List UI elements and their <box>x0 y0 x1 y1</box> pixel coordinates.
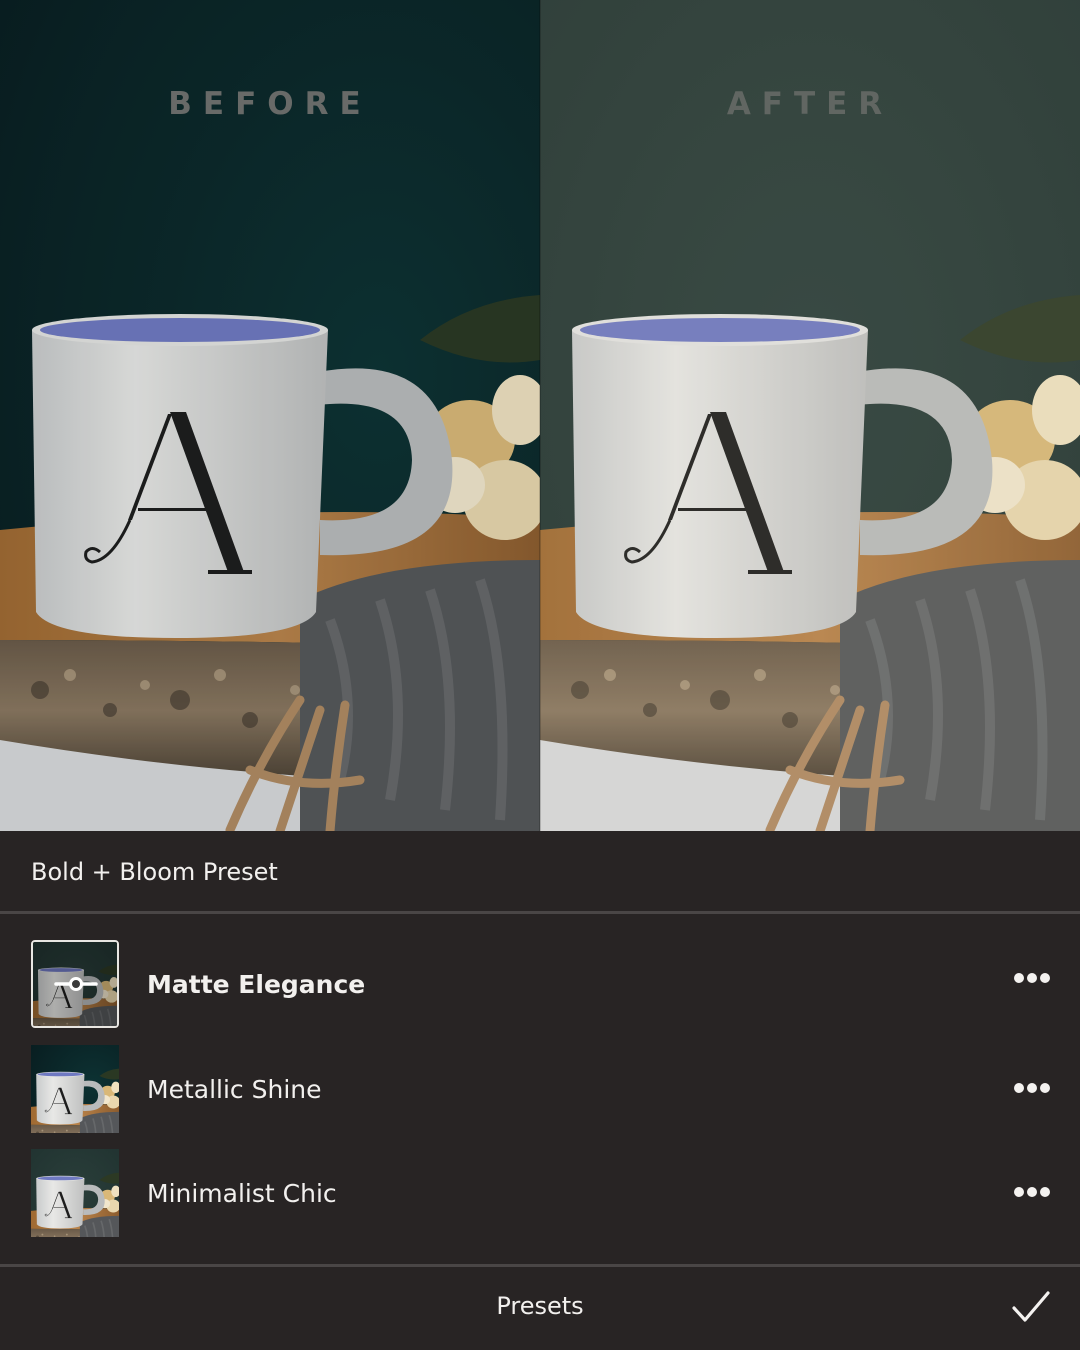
preset-item-minimalist-chic[interactable]: Minimalist Chic <box>0 1149 1080 1241</box>
more-horizontal-icon[interactable] <box>1012 1185 1052 1199</box>
divider <box>0 1264 1080 1267</box>
preset-item-matte-elegance[interactable]: Matte Elegance <box>0 940 1080 1032</box>
more-horizontal-icon[interactable] <box>1012 1081 1052 1095</box>
preset-item-metallic-shine[interactable]: Metallic Shine <box>0 1045 1080 1137</box>
preset-thumbnail[interactable] <box>31 1045 119 1133</box>
comparison-divider[interactable] <box>539 0 541 831</box>
before-after-preview: BEFORE AFTER <box>0 0 1080 831</box>
presets-tab-label[interactable]: Presets <box>0 1292 1080 1320</box>
preset-thumbnail[interactable] <box>31 1149 119 1237</box>
checkmark-icon[interactable] <box>1011 1290 1051 1324</box>
more-horizontal-icon[interactable] <box>1012 971 1052 985</box>
preset-name: Minimalist Chic <box>147 1179 337 1208</box>
preset-group-title: Bold + Bloom Preset <box>31 858 278 886</box>
before-label: BEFORE <box>168 86 372 122</box>
after-label: AFTER <box>726 86 894 122</box>
after-image <box>540 0 1080 831</box>
slider-adjust-icon <box>54 977 98 991</box>
divider <box>0 911 1080 914</box>
preset-thumbnail[interactable] <box>31 940 119 1028</box>
preset-name: Matte Elegance <box>147 970 366 999</box>
before-image <box>0 0 540 831</box>
preset-name: Metallic Shine <box>147 1075 322 1104</box>
